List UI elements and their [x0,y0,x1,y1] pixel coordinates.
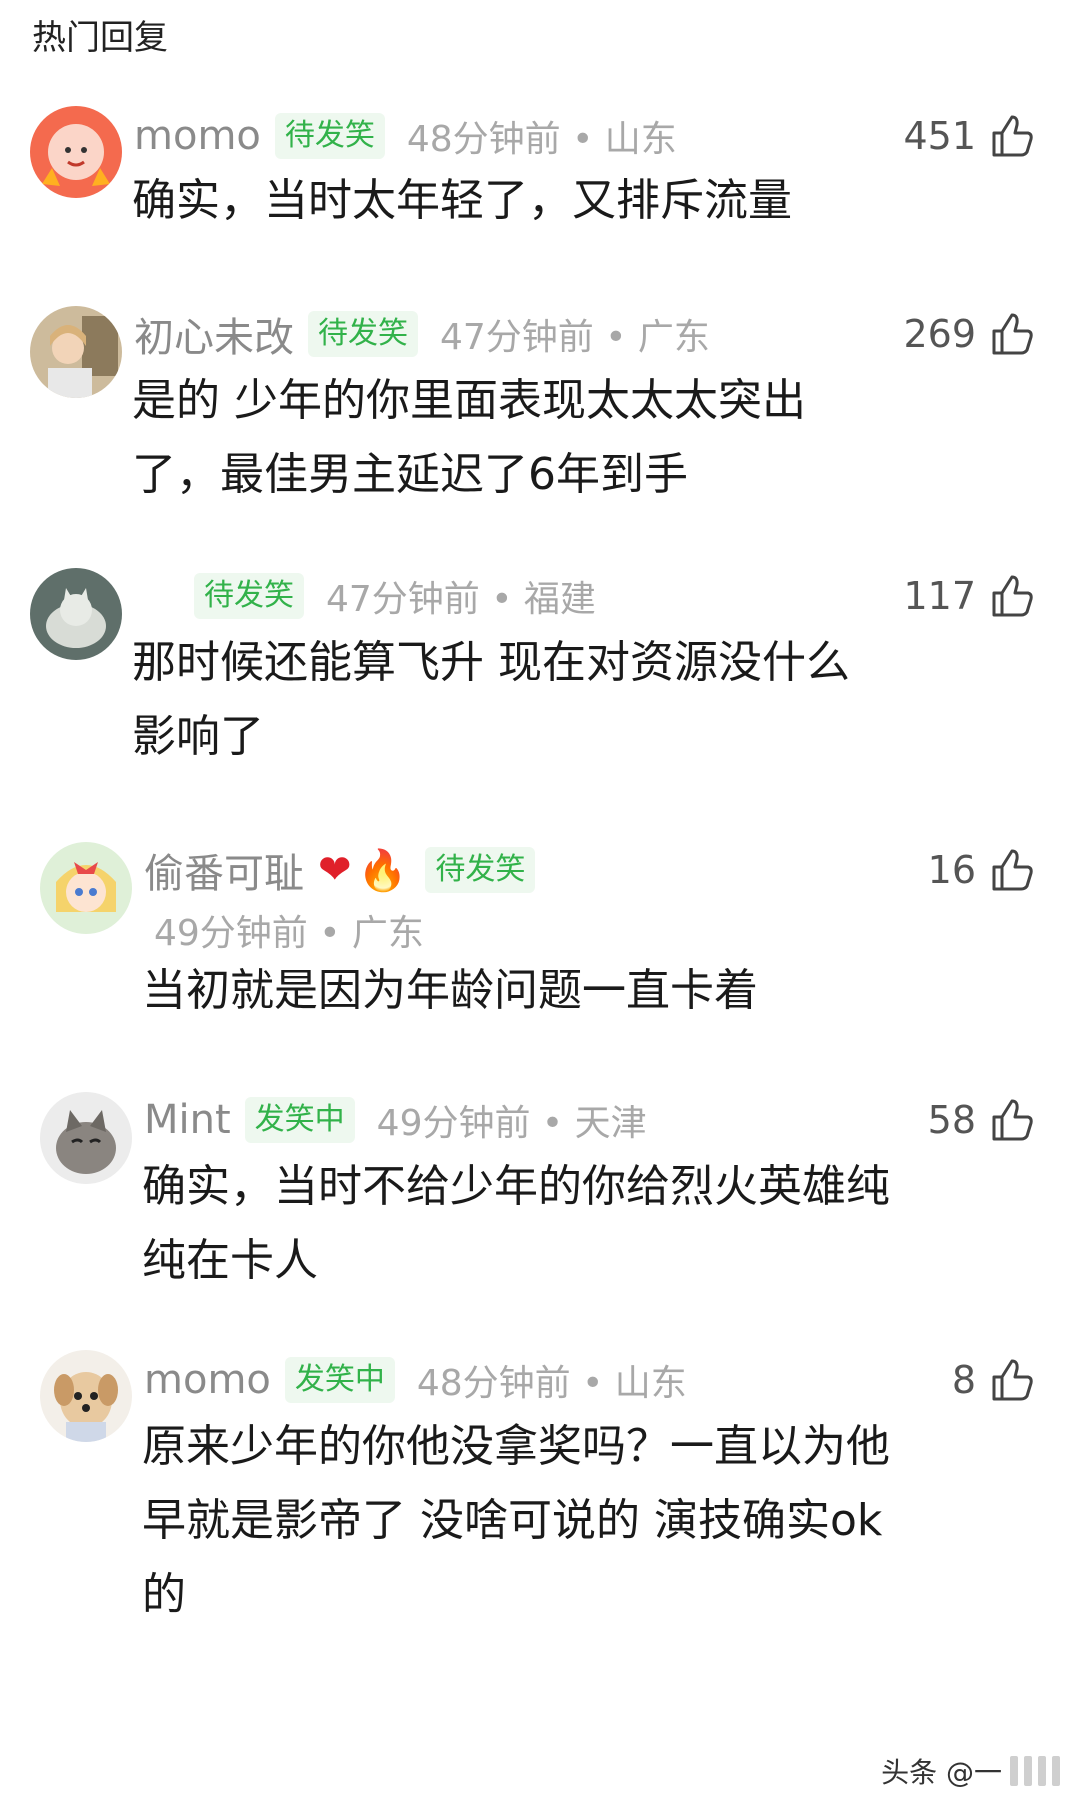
watermark: 头条 @一 [881,1751,1060,1791]
time-location: 49分钟前 • 广东 [154,913,424,954]
comment-text: 那时候还能算飞升 现在对资源没什么影响了 [132,637,850,762]
thumbs-up-icon[interactable] [986,1095,1036,1145]
watermark-bars [1010,1756,1060,1786]
section-title: 热门回复 [32,18,168,58]
comment-text: 是的 少年的你里面表现太太太突出了，最佳男主延迟了6年到手 [132,375,806,500]
username[interactable]: Mint [144,1097,231,1143]
username[interactable]: 偷番可耻 [144,841,304,899]
like-button[interactable]: 8 [952,1350,1036,1410]
heart-emoji-icon: ❤ [318,847,352,893]
thumbs-up-icon[interactable] [986,571,1036,621]
comment-text: 确实，当时太年轻了，又排斥流量 [132,175,792,226]
comment-text: 当初就是因为年龄问题一直卡着 [142,965,758,1016]
avatar[interactable] [30,568,122,660]
status-badge: 待发笑 [274,113,385,159]
status-badge: 待发笑 [308,311,418,357]
status-badge: 发笑中 [244,1097,355,1143]
time-location: 47分钟前 • 广东 [440,317,710,358]
time-location: 47分钟前 • 福建 [326,579,596,620]
like-count: 8 [951,1358,976,1402]
username[interactable]: momo [134,113,261,159]
like-count: 16 [927,848,976,892]
time-location: 49分钟前 • 天津 [376,1103,647,1144]
comment-text: 原来少年的你他没拿奖吗？一直以为他早就是影帝了 没啥可说的 演技确实ok的 [142,1421,890,1620]
thumbs-up-icon[interactable] [986,1355,1036,1405]
username[interactable]: momo [144,1357,271,1403]
time-location: 48分钟前 • 山东 [406,119,677,160]
like-count: 451 [903,114,976,158]
status-badge: 待发笑 [425,847,536,893]
comment-text: 确实，当时不给少年的你给烈火英雄纯纯在卡人 [142,1161,890,1286]
avatar[interactable] [40,1092,132,1184]
username[interactable]: 初心未改 [134,305,294,363]
avatar[interactable] [30,106,122,198]
like-count: 117 [903,574,976,618]
like-button[interactable]: 117 [903,566,1036,626]
avatar[interactable] [30,306,122,398]
like-button[interactable]: 16 [928,840,1036,900]
thumbs-up-icon[interactable] [986,309,1036,359]
watermark-text: 头条 @一 [881,1756,1002,1789]
like-count: 58 [927,1098,976,1142]
like-button[interactable]: 58 [928,1090,1036,1150]
like-button[interactable]: 269 [903,304,1036,364]
avatar[interactable] [40,1350,132,1442]
fire-emoji-icon: 🔥 [357,847,408,894]
status-badge: 发笑中 [284,1357,395,1403]
time-location: 48分钟前 • 山东 [416,1363,687,1404]
like-button[interactable]: 451 [903,106,1036,166]
status-badge: 待发笑 [194,573,304,619]
thumbs-up-icon[interactable] [986,845,1036,895]
like-count: 269 [903,312,976,356]
avatar[interactable] [40,842,132,934]
thumbs-up-icon[interactable] [986,111,1036,161]
